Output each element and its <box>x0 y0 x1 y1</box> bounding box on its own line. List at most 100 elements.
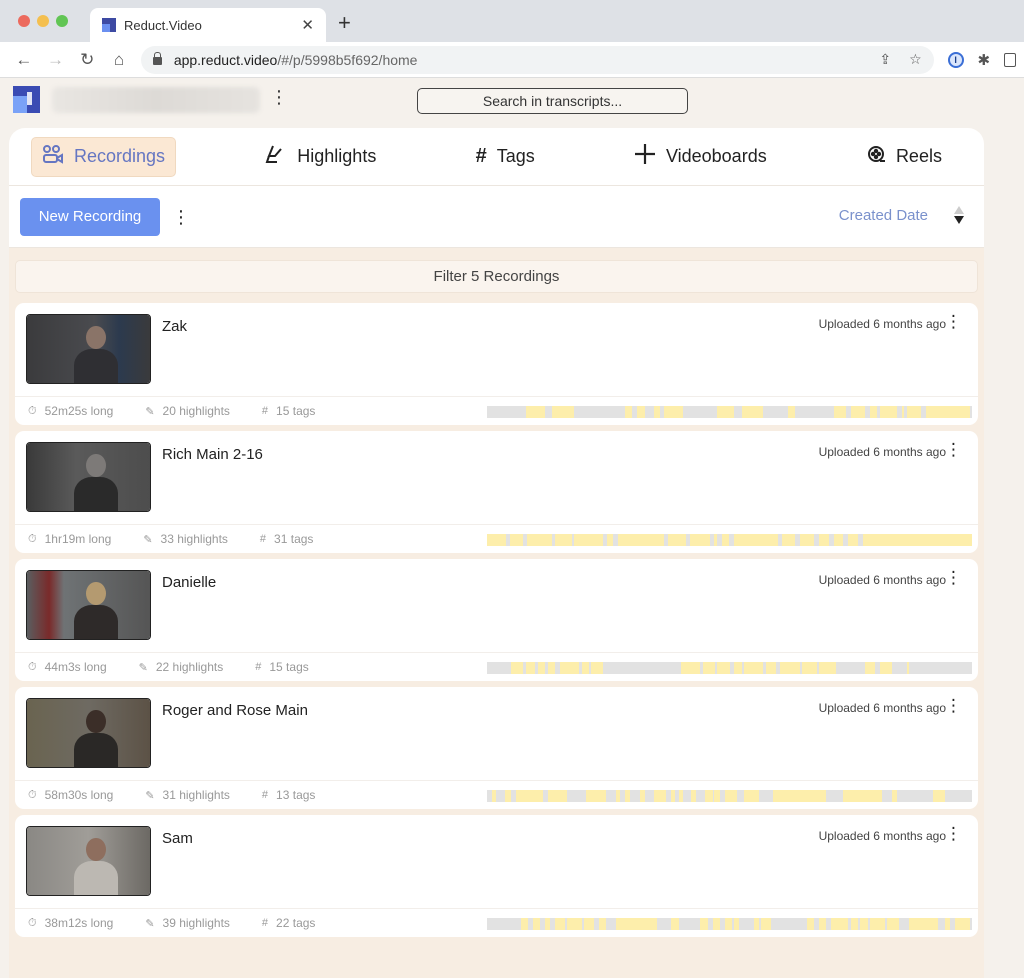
recording-more-icon[interactable]: ⋮ <box>945 441 962 458</box>
close-window-button[interactable] <box>18 15 30 27</box>
highlight-segment[interactable] <box>933 790 946 802</box>
bookmark-star-icon[interactable]: ☆ <box>909 51 922 68</box>
highlight-segment[interactable] <box>860 918 868 930</box>
side-panel-icon[interactable] <box>1004 52 1016 67</box>
highlight-segment[interactable] <box>510 534 524 546</box>
highlight-segment[interactable] <box>713 534 718 546</box>
highlight-segment[interactable] <box>891 790 897 802</box>
highlight-segment[interactable] <box>717 662 730 674</box>
highlight-segment[interactable] <box>744 662 764 674</box>
highlight-segment[interactable] <box>908 918 939 930</box>
highlight-segment[interactable] <box>525 406 546 418</box>
highlight-segment[interactable] <box>819 918 827 930</box>
highlight-segment[interactable] <box>654 406 661 418</box>
highlight-segment[interactable] <box>533 918 541 930</box>
highlight-segment[interactable] <box>639 790 645 802</box>
highlight-segment[interactable] <box>802 662 817 674</box>
recording-more-icon[interactable]: ⋮ <box>945 313 962 330</box>
highlight-segment[interactable] <box>781 534 795 546</box>
highlight-segment[interactable] <box>554 534 572 546</box>
highlight-segment[interactable] <box>713 790 720 802</box>
highlight-segment[interactable] <box>516 790 543 802</box>
highlight-segment[interactable] <box>705 790 713 802</box>
recording-thumbnail[interactable] <box>26 698 151 768</box>
highlight-segment[interactable] <box>700 918 708 930</box>
highlight-segment[interactable] <box>671 918 679 930</box>
highlight-segment[interactable] <box>850 918 859 930</box>
highlight-segment[interactable] <box>787 406 795 418</box>
highlight-segment[interactable] <box>753 918 759 930</box>
highlight-timeline[interactable] <box>487 534 972 546</box>
highlight-segment[interactable] <box>848 534 858 546</box>
highlight-segment[interactable] <box>819 534 829 546</box>
highlight-segment[interactable] <box>552 406 575 418</box>
highlight-segment[interactable] <box>615 790 621 802</box>
highlight-segment[interactable] <box>724 790 737 802</box>
sort-direction-toggle[interactable] <box>954 206 964 226</box>
highlight-segment[interactable] <box>925 406 970 418</box>
recording-card[interactable]: Zak Uploaded 6 months ago ⋮ ⏱ 52m25s long… <box>15 303 978 425</box>
highlight-segment[interactable] <box>591 662 604 674</box>
highlight-timeline[interactable] <box>487 662 972 674</box>
highlight-segment[interactable] <box>887 918 900 930</box>
highlight-segment[interactable] <box>761 918 771 930</box>
highlight-segment[interactable] <box>945 918 951 930</box>
minimize-window-button[interactable] <box>37 15 49 27</box>
project-more-icon[interactable]: ⋮ <box>270 88 288 106</box>
highlight-segment[interactable] <box>831 918 849 930</box>
highlight-segment[interactable] <box>625 790 631 802</box>
highlight-segment[interactable] <box>559 662 580 674</box>
highlight-segment[interactable] <box>581 662 589 674</box>
recording-title[interactable]: Zak <box>162 318 187 335</box>
tab-recordings[interactable]: Recordings <box>31 136 177 177</box>
highlight-segment[interactable] <box>870 918 885 930</box>
highlight-segment[interactable] <box>554 918 565 930</box>
tab-highlights[interactable]: Highlights <box>255 137 386 177</box>
highlight-segment[interactable] <box>773 790 827 802</box>
highlight-segment[interactable] <box>505 790 512 802</box>
highlight-segment[interactable] <box>722 534 730 546</box>
highlight-segment[interactable] <box>862 534 972 546</box>
highlight-segment[interactable] <box>574 534 604 546</box>
highlight-segment[interactable] <box>765 662 776 674</box>
highlight-segment[interactable] <box>617 534 664 546</box>
highlight-segment[interactable] <box>598 918 606 930</box>
recording-more-icon[interactable]: ⋮ <box>945 569 962 586</box>
highlight-segment[interactable] <box>615 918 657 930</box>
highlight-segment[interactable] <box>744 790 759 802</box>
highlight-segment[interactable] <box>625 406 632 418</box>
highlight-segment[interactable] <box>712 918 720 930</box>
recording-title[interactable]: Rich Main 2-16 <box>162 446 263 463</box>
highlight-segment[interactable] <box>491 790 496 802</box>
highlight-timeline[interactable] <box>487 790 972 802</box>
highlight-segment[interactable] <box>537 662 546 674</box>
highlight-segment[interactable] <box>545 918 551 930</box>
filter-recordings-button[interactable]: Filter 5 Recordings <box>15 260 978 293</box>
forward-icon[interactable]: → <box>40 50 72 70</box>
highlight-segment[interactable] <box>870 406 878 418</box>
highlight-segment[interactable] <box>724 918 732 930</box>
highlight-segment[interactable] <box>807 918 815 930</box>
recording-title[interactable]: Sam <box>162 830 193 847</box>
recording-card[interactable]: Roger and Rose Main Uploaded 6 months ag… <box>15 687 978 809</box>
recording-card[interactable]: Rich Main 2-16 Uploaded 6 months ago ⋮ ⏱… <box>15 431 978 553</box>
recording-title[interactable]: Danielle <box>162 574 216 591</box>
close-tab-icon[interactable]: ✕ <box>301 16 314 34</box>
transcript-search-input[interactable]: Search in transcripts... <box>417 88 688 114</box>
highlight-segment[interactable] <box>819 662 837 674</box>
highlight-segment[interactable] <box>681 662 701 674</box>
highlight-segment[interactable] <box>584 918 594 930</box>
highlight-segment[interactable] <box>526 534 553 546</box>
highlight-segment[interactable] <box>833 406 846 418</box>
highlight-segment[interactable] <box>607 534 614 546</box>
new-recording-button[interactable]: New Recording <box>20 197 160 236</box>
highlight-segment[interactable] <box>799 534 815 546</box>
highlight-segment[interactable] <box>671 790 676 802</box>
highlight-segment[interactable] <box>586 790 606 802</box>
recording-thumbnail[interactable] <box>26 442 151 512</box>
highlight-segment[interactable] <box>741 406 764 418</box>
highlight-segment[interactable] <box>547 662 555 674</box>
recording-title[interactable]: Roger and Rose Main <box>162 702 308 719</box>
highlight-segment[interactable] <box>734 918 740 930</box>
highlight-segment[interactable] <box>511 662 524 674</box>
